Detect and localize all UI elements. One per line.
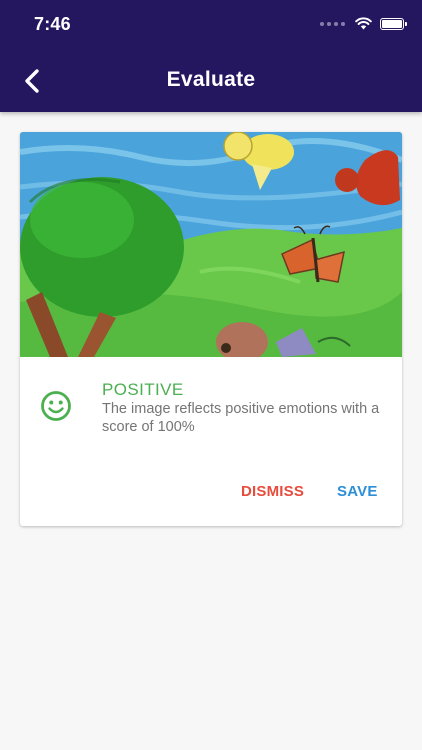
smiley-icon <box>41 391 71 421</box>
sentiment-label: POSITIVE <box>102 380 184 399</box>
app-bar: 7:46 Evaluate <box>0 0 422 112</box>
battery-icon <box>380 17 407 30</box>
status-time: 7:46 <box>34 14 71 34</box>
sentiment-description: The image reflects positive emotions wit… <box>102 401 380 435</box>
signal-icon <box>320 21 345 26</box>
evaluation-card: POSITIVE The image reflects positive emo… <box>20 132 402 526</box>
dismiss-button[interactable]: DISMISS <box>241 483 304 500</box>
save-button[interactable]: SAVE <box>337 483 378 500</box>
wifi-icon <box>355 17 372 30</box>
evaluated-drawing-image <box>20 132 402 357</box>
page-title: Evaluate <box>166 68 256 91</box>
status-icons <box>320 17 407 30</box>
